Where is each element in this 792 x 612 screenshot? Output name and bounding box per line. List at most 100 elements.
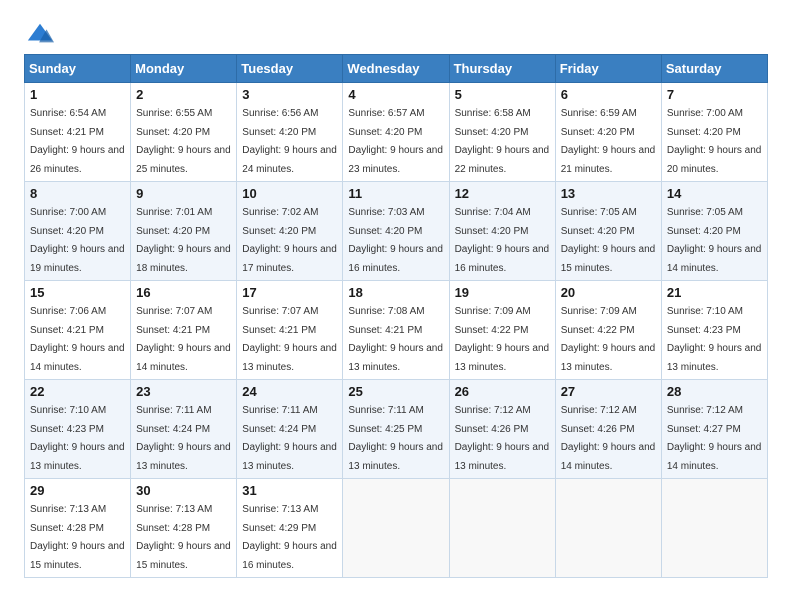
calendar-cell: 3 Sunrise: 6:56 AMSunset: 4:20 PMDaylight… [237,83,343,182]
day-number: 2 [136,87,231,102]
day-info: Sunrise: 7:05 AMSunset: 4:20 PMDaylight:… [561,207,656,274]
col-header-tuesday: Tuesday [237,55,343,83]
day-info: Sunrise: 7:06 AMSunset: 4:21 PMDaylight:… [30,306,125,373]
day-info: Sunrise: 7:00 AMSunset: 4:20 PMDaylight:… [30,207,125,274]
calendar-cell: 16 Sunrise: 7:07 AMSunset: 4:21 PMDayligh… [131,281,237,380]
day-info: Sunrise: 6:54 AMSunset: 4:21 PMDaylight:… [30,108,125,175]
calendar-cell: 22Sunrise: 7:10 AMSunset: 4:23 PMDayligh… [25,380,131,479]
logo [24,20,58,44]
col-header-sunday: Sunday [25,55,131,83]
day-info: Sunrise: 7:11 AMSunset: 4:25 PMDaylight:… [348,405,443,472]
calendar-cell: 15 Sunrise: 7:06 AMSunset: 4:21 PMDayligh… [25,281,131,380]
calendar-cell [449,479,555,578]
day-number: 25 [348,384,443,399]
calendar-cell: 13 Sunrise: 7:05 AMSunset: 4:20 PMDayligh… [555,182,661,281]
day-number: 6 [561,87,656,102]
day-number: 28 [667,384,762,399]
week-row-5: 29Sunrise: 7:13 AMSunset: 4:28 PMDayligh… [25,479,768,578]
col-header-friday: Friday [555,55,661,83]
day-info: Sunrise: 7:10 AMSunset: 4:23 PMDaylight:… [667,306,762,373]
day-info: Sunrise: 6:57 AMSunset: 4:20 PMDaylight:… [348,108,443,175]
day-info: Sunrise: 6:59 AMSunset: 4:20 PMDaylight:… [561,108,656,175]
day-info: Sunrise: 6:55 AMSunset: 4:20 PMDaylight:… [136,108,231,175]
day-number: 21 [667,285,762,300]
calendar-cell: 11 Sunrise: 7:03 AMSunset: 4:20 PMDayligh… [343,182,449,281]
day-number: 27 [561,384,656,399]
calendar-cell: 28 Sunrise: 7:12 AMSunset: 4:27 PMDayligh… [661,380,767,479]
day-number: 11 [348,186,443,201]
day-info: Sunrise: 7:01 AMSunset: 4:20 PMDaylight:… [136,207,231,274]
day-info: Sunrise: 7:10 AMSunset: 4:23 PMDaylight:… [30,405,125,472]
day-info: Sunrise: 7:07 AMSunset: 4:21 PMDaylight:… [242,306,337,373]
day-number: 10 [242,186,337,201]
calendar-cell: 9 Sunrise: 7:01 AMSunset: 4:20 PMDaylight… [131,182,237,281]
day-info: Sunrise: 7:12 AMSunset: 4:27 PMDaylight:… [667,405,762,472]
calendar-cell: 7 Sunrise: 7:00 AMSunset: 4:20 PMDaylight… [661,83,767,182]
day-number: 4 [348,87,443,102]
day-number: 31 [242,483,337,498]
day-number: 16 [136,285,231,300]
col-header-saturday: Saturday [661,55,767,83]
day-number: 24 [242,384,337,399]
header [24,20,768,44]
calendar-cell: 10 Sunrise: 7:02 AMSunset: 4:20 PMDayligh… [237,182,343,281]
calendar-cell: 27 Sunrise: 7:12 AMSunset: 4:26 PMDayligh… [555,380,661,479]
day-number: 18 [348,285,443,300]
day-info: Sunrise: 7:02 AMSunset: 4:20 PMDaylight:… [242,207,337,274]
calendar-cell [661,479,767,578]
calendar-cell: 29Sunrise: 7:13 AMSunset: 4:28 PMDayligh… [25,479,131,578]
col-header-thursday: Thursday [449,55,555,83]
calendar-cell: 23 Sunrise: 7:11 AMSunset: 4:24 PMDayligh… [131,380,237,479]
day-number: 1 [30,87,125,102]
calendar-cell [555,479,661,578]
day-info: Sunrise: 7:05 AMSunset: 4:20 PMDaylight:… [667,207,762,274]
day-number: 26 [455,384,550,399]
calendar-cell: 30 Sunrise: 7:13 AMSunset: 4:28 PMDayligh… [131,479,237,578]
day-number: 23 [136,384,231,399]
col-header-wednesday: Wednesday [343,55,449,83]
day-number: 13 [561,186,656,201]
week-row-4: 22Sunrise: 7:10 AMSunset: 4:23 PMDayligh… [25,380,768,479]
day-info: Sunrise: 7:13 AMSunset: 4:28 PMDaylight:… [136,504,231,571]
day-info: Sunrise: 7:03 AMSunset: 4:20 PMDaylight:… [348,207,443,274]
calendar-cell [343,479,449,578]
calendar-cell: 24 Sunrise: 7:11 AMSunset: 4:24 PMDayligh… [237,380,343,479]
day-info: Sunrise: 7:12 AMSunset: 4:26 PMDaylight:… [561,405,656,472]
day-info: Sunrise: 7:11 AMSunset: 4:24 PMDaylight:… [242,405,337,472]
day-info: Sunrise: 6:56 AMSunset: 4:20 PMDaylight:… [242,108,337,175]
calendar-table: SundayMondayTuesdayWednesdayThursdayFrid… [24,54,768,578]
day-info: Sunrise: 7:11 AMSunset: 4:24 PMDaylight:… [136,405,231,472]
week-row-1: 1 Sunrise: 6:54 AMSunset: 4:21 PMDaylight… [25,83,768,182]
header-row: SundayMondayTuesdayWednesdayThursdayFrid… [25,55,768,83]
day-info: Sunrise: 7:07 AMSunset: 4:21 PMDaylight:… [136,306,231,373]
day-number: 9 [136,186,231,201]
day-number: 30 [136,483,231,498]
day-info: Sunrise: 7:09 AMSunset: 4:22 PMDaylight:… [561,306,656,373]
day-number: 8 [30,186,125,201]
day-number: 3 [242,87,337,102]
week-row-3: 15 Sunrise: 7:06 AMSunset: 4:21 PMDayligh… [25,281,768,380]
calendar-cell: 4 Sunrise: 6:57 AMSunset: 4:20 PMDaylight… [343,83,449,182]
calendar-cell: 20Sunrise: 7:09 AMSunset: 4:22 PMDayligh… [555,281,661,380]
calendar-cell: 18 Sunrise: 7:08 AMSunset: 4:21 PMDayligh… [343,281,449,380]
calendar-cell: 31Sunrise: 7:13 AMSunset: 4:29 PMDayligh… [237,479,343,578]
week-row-2: 8 Sunrise: 7:00 AMSunset: 4:20 PMDaylight… [25,182,768,281]
calendar-cell: 6 Sunrise: 6:59 AMSunset: 4:20 PMDaylight… [555,83,661,182]
day-number: 14 [667,186,762,201]
day-number: 15 [30,285,125,300]
calendar-cell: 12Sunrise: 7:04 AMSunset: 4:20 PMDayligh… [449,182,555,281]
col-header-monday: Monday [131,55,237,83]
calendar-cell: 1 Sunrise: 6:54 AMSunset: 4:21 PMDaylight… [25,83,131,182]
calendar-cell: 25 Sunrise: 7:11 AMSunset: 4:25 PMDayligh… [343,380,449,479]
calendar-cell: 8 Sunrise: 7:00 AMSunset: 4:20 PMDaylight… [25,182,131,281]
day-info: Sunrise: 7:12 AMSunset: 4:26 PMDaylight:… [455,405,550,472]
logo-icon [26,20,54,48]
day-number: 7 [667,87,762,102]
calendar-cell: 2 Sunrise: 6:55 AMSunset: 4:20 PMDaylight… [131,83,237,182]
calendar-cell: 26 Sunrise: 7:12 AMSunset: 4:26 PMDayligh… [449,380,555,479]
day-info: Sunrise: 7:00 AMSunset: 4:20 PMDaylight:… [667,108,762,175]
day-info: Sunrise: 7:08 AMSunset: 4:21 PMDaylight:… [348,306,443,373]
day-info: Sunrise: 7:04 AMSunset: 4:20 PMDaylight:… [455,207,550,274]
day-info: Sunrise: 7:13 AMSunset: 4:28 PMDaylight:… [30,504,125,571]
day-number: 19 [455,285,550,300]
